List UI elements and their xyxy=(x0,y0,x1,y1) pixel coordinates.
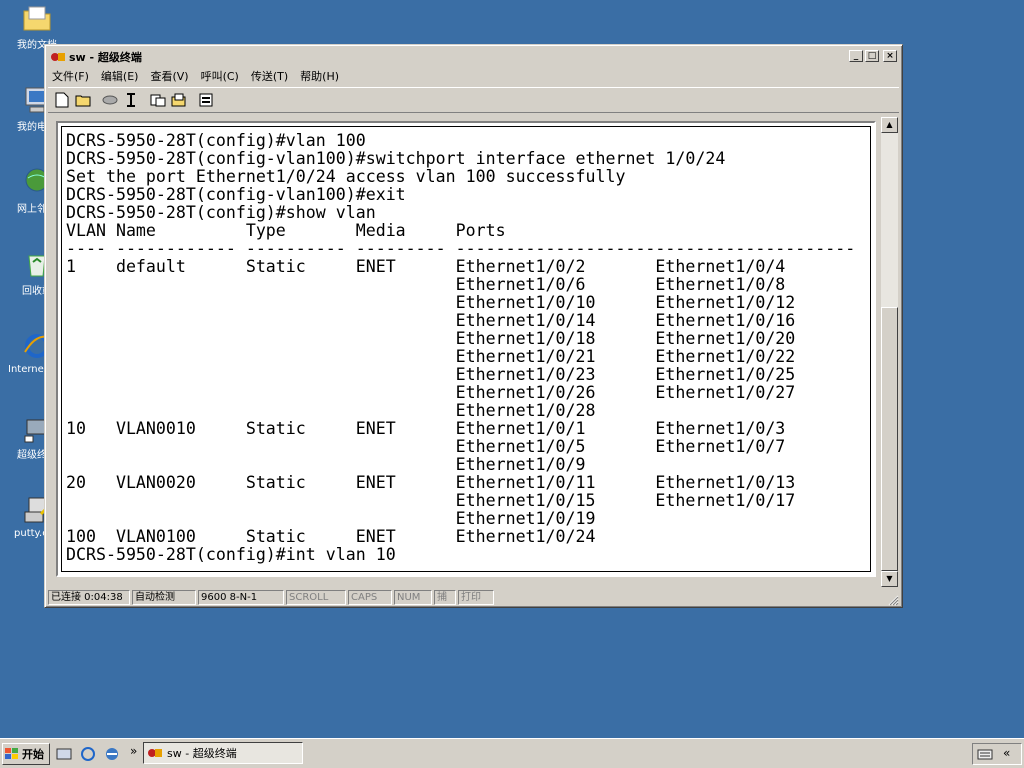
title-bar[interactable]: sw - 超级终端 _ □ × xyxy=(48,48,899,66)
resize-grip-icon[interactable] xyxy=(887,594,899,606)
scroll-thumb[interactable] xyxy=(881,307,898,571)
outlook-express-icon[interactable] xyxy=(104,746,120,762)
menu-edit[interactable]: 编辑(E) xyxy=(101,68,139,84)
menu-transfer[interactable]: 传送(T) xyxy=(251,68,288,84)
status-num: NUM xyxy=(394,589,432,605)
windows-logo-icon xyxy=(5,748,18,759)
tray-expand-button[interactable]: « xyxy=(1003,746,1010,760)
menu-help[interactable]: 帮助(H) xyxy=(300,68,339,84)
internet-explorer-quicklaunch-icon[interactable] xyxy=(80,746,96,762)
hyperterminal-window: sw - 超级终端 _ □ × 文件(F) 编辑(E) 查看(V) 呼叫(C) … xyxy=(44,44,903,608)
start-label: 开始 xyxy=(22,748,44,761)
keyboard-icon[interactable] xyxy=(977,747,993,761)
terminal-frame: DCRS-5950-28T(config)#vlan 100 DCRS-5950… xyxy=(56,121,876,577)
properties-icon xyxy=(199,93,213,107)
app-icon xyxy=(51,53,65,61)
menu-call[interactable]: 呼叫(C) xyxy=(201,68,239,84)
menu-file[interactable]: 文件(F) xyxy=(52,68,89,84)
open-icon xyxy=(75,95,91,107)
connect-button[interactable] xyxy=(121,90,141,110)
status-scroll: SCROLL xyxy=(286,589,346,605)
disconnect-icon xyxy=(102,95,118,105)
status-print: 打印 xyxy=(458,589,494,605)
system-tray: « xyxy=(972,743,1022,765)
status-connected-time: 已连接 0:04:38 xyxy=(48,589,130,605)
open-button[interactable] xyxy=(73,90,93,110)
new-icon xyxy=(55,92,69,108)
receive-icon xyxy=(171,93,186,107)
folder-icon xyxy=(23,6,51,31)
new-button[interactable] xyxy=(52,90,72,110)
vertical-scrollbar[interactable]: ▲ ▼ xyxy=(881,117,898,587)
terminal-area[interactable]: DCRS-5950-28T(config)#vlan 100 DCRS-5950… xyxy=(61,126,871,572)
send-icon xyxy=(150,94,166,107)
receive-button[interactable] xyxy=(169,90,189,110)
send-button[interactable] xyxy=(148,90,168,110)
quicklaunch-more[interactable]: » xyxy=(130,744,137,758)
menu-bar: 文件(F) 编辑(E) 查看(V) 呼叫(C) 传送(T) 帮助(H) xyxy=(48,67,899,85)
status-capture: 捕 xyxy=(434,589,456,605)
minimize-button[interactable]: _ xyxy=(849,50,863,62)
start-button[interactable]: 开始 xyxy=(2,743,50,765)
properties-button[interactable] xyxy=(196,90,216,110)
hyperterminal-task-icon xyxy=(148,749,162,757)
menu-view[interactable]: 查看(V) xyxy=(150,68,188,84)
taskbar: 开始 » sw - 超级终端 « xyxy=(0,738,1024,768)
show-desktop-icon[interactable] xyxy=(56,746,72,762)
connect-icon xyxy=(127,93,135,107)
close-button[interactable]: × xyxy=(883,50,897,62)
status-auto-detect: 自动检测 xyxy=(132,589,196,605)
status-port-params: 9600 8-N-1 xyxy=(198,589,284,605)
disconnect-button[interactable] xyxy=(100,90,120,110)
status-caps: CAPS xyxy=(348,589,392,605)
terminal-output: DCRS-5950-28T(config)#vlan 100 DCRS-5950… xyxy=(66,131,856,564)
scroll-down-button[interactable]: ▼ xyxy=(881,571,898,587)
toolbar xyxy=(48,87,899,113)
window-title: sw - 超级终端 xyxy=(69,51,142,64)
maximize-button[interactable]: □ xyxy=(865,50,879,62)
scroll-up-button[interactable]: ▲ xyxy=(881,117,898,133)
taskbar-item-hyperterminal[interactable]: sw - 超级终端 xyxy=(143,742,303,764)
taskbar-item-label: sw - 超级终端 xyxy=(167,747,237,760)
status-bar: 已连接 0:04:38 自动检测 9600 8-N-1 SCROLL CAPS … xyxy=(48,588,899,606)
